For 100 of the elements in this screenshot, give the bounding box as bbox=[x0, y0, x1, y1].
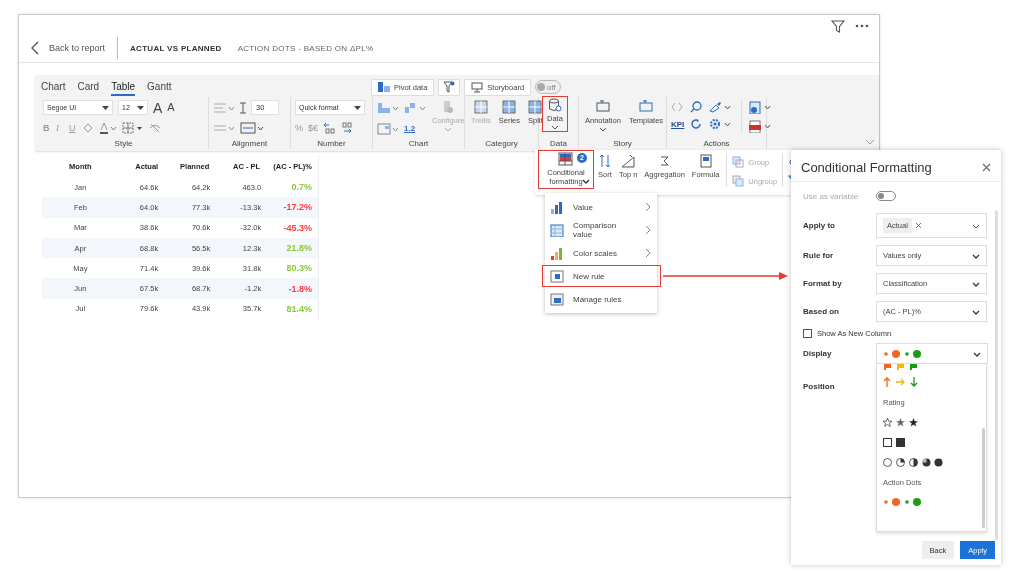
chevron-right-icon bbox=[645, 225, 651, 235]
arrows-icon[interactable] bbox=[883, 377, 919, 387]
legend-icon[interactable] bbox=[377, 122, 399, 135]
fill-color-icon[interactable] bbox=[82, 121, 94, 134]
squares-icon[interactable] bbox=[883, 437, 905, 447]
menu-item[interactable]: Color scales bbox=[545, 242, 657, 264]
increase-decimal-icon[interactable] bbox=[340, 121, 353, 134]
decrease-font-button[interactable]: A bbox=[167, 102, 175, 113]
group-label: Actions bbox=[702, 139, 731, 149]
table-cell: -45.3% bbox=[261, 217, 318, 238]
pies-icon[interactable] bbox=[883, 457, 943, 467]
table-cell: 0.7% bbox=[261, 177, 318, 198]
pdf-icon[interactable] bbox=[748, 120, 772, 133]
caret-icon bbox=[598, 127, 607, 132]
settings-icon[interactable] bbox=[709, 118, 731, 130]
menu-item[interactable]: Manage rules bbox=[545, 288, 657, 310]
back-link[interactable]: Back to report bbox=[49, 43, 106, 53]
kpi-button[interactable]: KPI bbox=[671, 119, 687, 129]
more-icon[interactable] bbox=[855, 24, 869, 28]
caret-icon bbox=[582, 178, 590, 184]
pivot-icon bbox=[378, 82, 390, 92]
report-subtitle: ACTION DOTS - BASED ON ΔPL% bbox=[237, 43, 374, 53]
menu-item[interactable]: New rule bbox=[542, 265, 661, 287]
flags-icon[interactable] bbox=[883, 364, 919, 370]
grid-icon bbox=[502, 100, 517, 114]
grid-icon bbox=[550, 223, 564, 237]
caret-icon bbox=[550, 125, 559, 130]
bar-chart-icon bbox=[550, 246, 564, 260]
caret-icon bbox=[972, 309, 980, 315]
caret-icon bbox=[972, 253, 980, 259]
variable-toggle[interactable] bbox=[876, 191, 896, 201]
annotation-icon bbox=[594, 100, 611, 114]
checkbox[interactable] bbox=[803, 329, 812, 338]
field-label: Position bbox=[803, 382, 836, 391]
group-label: Style bbox=[113, 139, 134, 149]
chevron-right-icon bbox=[645, 248, 651, 258]
increase-font-button[interactable]: A bbox=[153, 100, 163, 115]
group-label: Story bbox=[612, 139, 633, 149]
group-icon bbox=[732, 156, 745, 168]
decrease-decimal-icon[interactable] bbox=[323, 121, 336, 134]
close-icon[interactable] bbox=[982, 163, 991, 172]
field-label: Use as variable bbox=[803, 191, 860, 201]
ribbon-tab[interactable]: Chart bbox=[41, 78, 66, 96]
back-icon[interactable] bbox=[31, 41, 39, 55]
table-cell: 80.3% bbox=[261, 258, 318, 279]
filter-settings-button[interactable] bbox=[438, 78, 461, 96]
template-icon bbox=[637, 100, 654, 114]
menu-item[interactable]: Value bbox=[545, 196, 657, 218]
table-cell: -17.2% bbox=[261, 197, 318, 218]
row-height-icon bbox=[240, 101, 246, 114]
database-icon bbox=[547, 98, 562, 112]
formula-icon bbox=[698, 154, 713, 168]
borders-icon[interactable] bbox=[122, 121, 144, 134]
refresh-icon[interactable] bbox=[690, 118, 702, 130]
ribbon-tab[interactable]: Table bbox=[111, 78, 136, 96]
font-color-icon[interactable] bbox=[99, 121, 117, 134]
filter-icon[interactable] bbox=[831, 19, 845, 33]
rules-icon bbox=[550, 292, 564, 306]
brush-icon[interactable] bbox=[709, 101, 731, 113]
search-icon[interactable] bbox=[690, 101, 702, 113]
caret-icon bbox=[102, 105, 109, 110]
group-label: Data bbox=[549, 139, 568, 149]
group-label: Alignment bbox=[230, 139, 269, 149]
panel-title: Conditional Formatting bbox=[801, 160, 932, 175]
monitor-icon bbox=[471, 81, 484, 93]
collapse-icon[interactable] bbox=[865, 139, 875, 145]
ribbon-tab[interactable]: Card bbox=[77, 78, 100, 96]
field-label: Display bbox=[803, 349, 833, 358]
caret-icon bbox=[354, 105, 361, 110]
caret-icon bbox=[137, 105, 144, 110]
table-cell: 81.4% bbox=[261, 298, 318, 320]
chevron-right-icon bbox=[645, 202, 651, 212]
number-format-button[interactable]: 1.2 bbox=[404, 124, 416, 133]
configure-icon bbox=[442, 100, 455, 114]
group-label: Number bbox=[316, 139, 347, 149]
column-width-icon[interactable] bbox=[240, 121, 264, 134]
export-icon[interactable] bbox=[748, 101, 772, 114]
field-label: Based on bbox=[803, 307, 840, 316]
display-select[interactable] bbox=[876, 343, 988, 364]
field-label: Rule for bbox=[803, 251, 835, 260]
group-label: Category bbox=[484, 139, 519, 149]
caret-icon bbox=[444, 127, 453, 132]
menu-item[interactable]: Comparison value bbox=[545, 219, 657, 241]
caret-icon bbox=[972, 281, 980, 287]
hide-icon[interactable] bbox=[149, 122, 161, 133]
table-cell: 21.8% bbox=[261, 237, 318, 259]
grid-icon bbox=[473, 100, 488, 114]
table-cell: -1.8% bbox=[261, 278, 318, 299]
caret-icon bbox=[972, 223, 980, 229]
caret-icon bbox=[973, 351, 981, 357]
ungroup-icon bbox=[732, 175, 745, 187]
report-title: ACTUAL VS PLANNED bbox=[130, 43, 222, 53]
action-dots-icon bbox=[883, 348, 923, 359]
field-label: Format by bbox=[803, 279, 843, 288]
grid-icon bbox=[528, 100, 543, 114]
ribbon-tab[interactable]: Gantt bbox=[147, 78, 172, 96]
remove-icon[interactable] bbox=[914, 222, 922, 229]
action-dots-icon[interactable] bbox=[883, 497, 923, 507]
stars-icon[interactable] bbox=[883, 417, 919, 427]
filter-icon bbox=[443, 81, 456, 93]
